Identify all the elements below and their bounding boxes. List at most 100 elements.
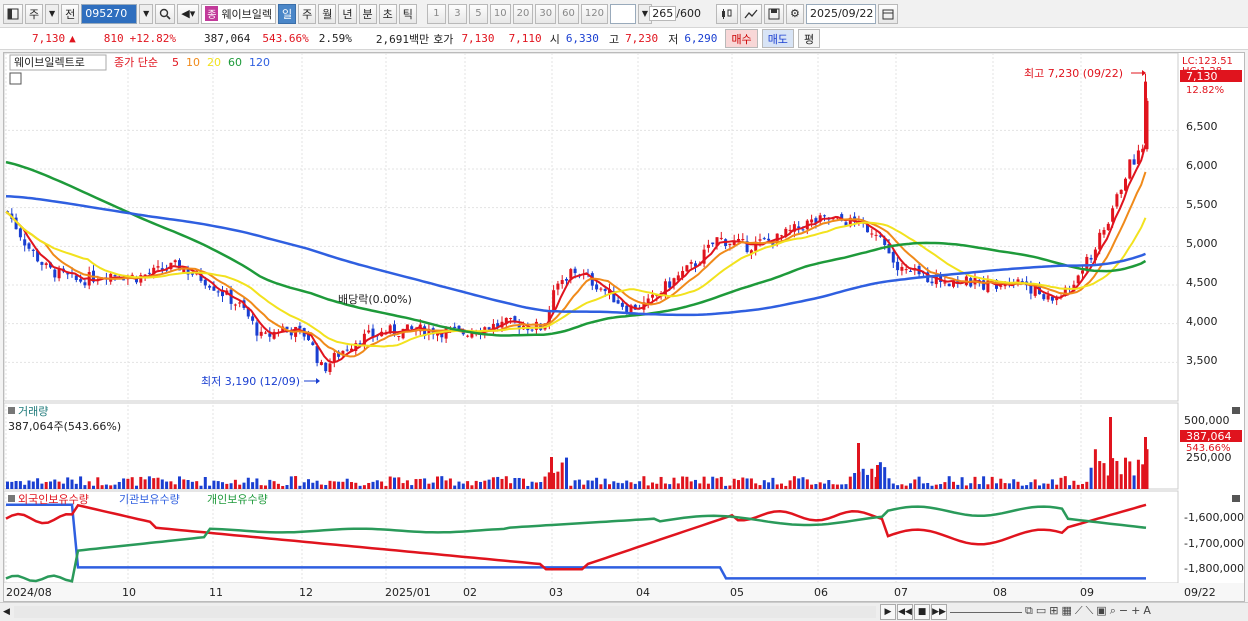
- rewind-icon[interactable]: ◀◀: [897, 604, 913, 620]
- buy-button[interactable]: 매수: [725, 29, 758, 48]
- period-month[interactable]: 월: [318, 3, 337, 24]
- copy-icon[interactable]: ⧉: [1025, 604, 1033, 618]
- ask-price: 7,130: [461, 32, 495, 45]
- ma-legend-120: 120: [249, 56, 270, 69]
- candle-body: [810, 219, 814, 223]
- period-tick[interactable]: 틱: [398, 3, 417, 24]
- window-icon[interactable]: ▭: [1036, 604, 1046, 618]
- period-type-select[interactable]: 주: [25, 3, 44, 24]
- volume-bar: [474, 480, 478, 489]
- candle-body: [410, 326, 414, 330]
- volume-bar: [1033, 479, 1037, 489]
- volume-bar: [917, 476, 921, 489]
- grid-icon[interactable]: ▦: [1061, 604, 1071, 618]
- volume-bar: [268, 479, 272, 489]
- volume-bar: [513, 478, 517, 489]
- zoom-slider[interactable]: [950, 604, 1022, 613]
- code-dropdown-icon[interactable]: ▼: [139, 3, 154, 24]
- volume-bar: [371, 481, 375, 489]
- fast-forward-icon[interactable]: ▶▶: [931, 604, 947, 620]
- candle-body: [780, 235, 783, 237]
- candle-body: [1046, 295, 1050, 300]
- scroll-left-icon[interactable]: ◀: [3, 607, 10, 617]
- play-icon[interactable]: ▶: [880, 604, 896, 620]
- trend-icon[interactable]: ⟋: [1075, 604, 1083, 618]
- prev-button[interactable]: 전: [61, 3, 80, 24]
- volume-bar: [943, 482, 947, 489]
- calendar-icon[interactable]: [877, 3, 898, 24]
- candle-settings-icon[interactable]: [715, 3, 738, 24]
- volume-bar: [479, 481, 482, 489]
- volume-bar: [608, 484, 611, 489]
- gear-icon[interactable]: ⚙: [785, 3, 804, 24]
- volume-bar: [92, 485, 95, 489]
- font-size-icon[interactable]: A: [1143, 604, 1151, 618]
- unit-30[interactable]: 30: [535, 3, 557, 24]
- date-input[interactable]: 2025/09/22: [805, 3, 876, 24]
- volume-bar: [586, 480, 590, 489]
- volume-bar: [294, 476, 298, 489]
- volume-bar: [1055, 484, 1059, 489]
- stop-icon[interactable]: ■: [914, 604, 930, 620]
- chart-area[interactable]: 웨이브일렉트로 종가 단순 5 10 20 60 120 거래량 387,064…: [3, 52, 1245, 602]
- trend-down-icon[interactable]: ⟍: [1086, 604, 1094, 618]
- unit-60[interactable]: 60: [558, 3, 579, 24]
- volume-bar: [913, 479, 917, 489]
- volume-bar: [702, 476, 706, 489]
- unit-120[interactable]: 120: [580, 3, 608, 24]
- table-toggle-icon[interactable]: [9, 72, 22, 85]
- stock-name-box[interactable]: 종 웨이브일렉: [201, 3, 277, 24]
- unit-3[interactable]: 3: [447, 3, 467, 24]
- period-second[interactable]: 초: [378, 3, 397, 24]
- chevron-down-icon[interactable]: ▼: [45, 3, 60, 24]
- chart-scrollbar[interactable]: [14, 606, 876, 618]
- search-zoom-icon[interactable]: ⌕: [1110, 604, 1116, 618]
- volume: 387,064: [203, 32, 251, 45]
- volume-bar: [801, 477, 805, 489]
- minus-icon[interactable]: −: [1119, 604, 1128, 618]
- period-minute[interactable]: 분: [358, 3, 377, 24]
- plus-icon[interactable]: +: [1131, 604, 1140, 618]
- save-icon[interactable]: [763, 3, 784, 24]
- stock-code-input[interactable]: 095270: [81, 3, 138, 24]
- volume-bar: [603, 478, 607, 489]
- volume-bar: [135, 485, 138, 489]
- period-day[interactable]: 일: [278, 3, 297, 24]
- volume-bar: [461, 483, 465, 489]
- volume-bar: [122, 478, 126, 489]
- candle-body: [706, 244, 710, 248]
- volume-bar: [577, 479, 581, 489]
- volume-bar: [582, 484, 586, 489]
- layout-icon[interactable]: [3, 3, 23, 24]
- unit-5[interactable]: 5: [468, 3, 488, 24]
- period-week[interactable]: 주: [298, 3, 317, 24]
- volume-bar: [887, 478, 891, 489]
- unit-10[interactable]: 10: [489, 3, 511, 24]
- volume-bar: [694, 479, 697, 489]
- volume-bar: [1072, 480, 1076, 489]
- eval-button[interactable]: 평: [797, 29, 821, 48]
- current-price: 7,130: [32, 32, 66, 45]
- drawing-tool-icon[interactable]: [739, 3, 762, 24]
- search-icon[interactable]: [155, 3, 176, 24]
- image-icon[interactable]: ▣: [1096, 604, 1106, 618]
- holdings-panel-close-icon[interactable]: [1232, 495, 1240, 502]
- unit-1[interactable]: 1: [426, 3, 446, 24]
- volume-bar: [431, 482, 435, 489]
- chart-svg[interactable]: 웨이브일렉트로 종가 단순 5 10 20 60 120 거래량 387,064…: [3, 52, 1244, 601]
- split-icon[interactable]: ⊞: [1049, 604, 1058, 618]
- x-axis-label: 09/22: [1184, 586, 1216, 599]
- volume-panel-close-icon[interactable]: [1232, 407, 1240, 414]
- unit-20[interactable]: 20: [512, 3, 534, 24]
- period-year[interactable]: 년: [338, 3, 357, 24]
- price-panel-title: 웨이브일렉트로: [14, 55, 85, 69]
- custom-unit-input[interactable]: [609, 3, 636, 24]
- speaker-icon[interactable]: ◀▾: [177, 3, 200, 24]
- volume-bar: [848, 476, 852, 489]
- volume-bar: [61, 483, 65, 489]
- candle-body: [255, 322, 259, 336]
- volume-bar: [302, 482, 306, 489]
- candle-body: [741, 239, 745, 241]
- count-display[interactable]: 265/600: [649, 4, 704, 24]
- sell-button[interactable]: 매도: [761, 29, 794, 48]
